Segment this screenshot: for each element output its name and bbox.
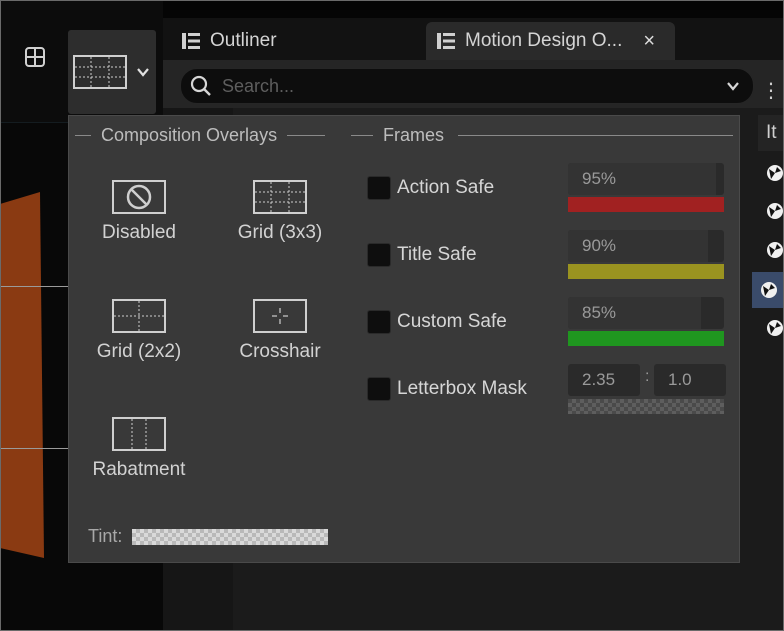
column-header-items[interactable]: It [758,115,784,151]
rabatment-icon [112,417,166,451]
divider [458,134,734,136]
overlay-option-crosshair[interactable]: Crosshair [210,299,350,363]
frame-label: Title Safe [397,244,477,265]
close-icon[interactable]: × [643,30,655,53]
outliner-icon [182,33,200,49]
title-safe-checkbox[interactable] [367,243,391,267]
composition-overlay-dropdown[interactable] [68,30,156,114]
actor-visibility-icon [761,282,777,298]
overlay-option-label: Rabatment [92,459,186,480]
no-overlay-icon [112,180,166,214]
search-input[interactable] [220,74,725,98]
actor-visibility-icon [767,165,783,181]
list-item[interactable] [758,313,784,343]
action-safe-percent-field[interactable]: 95% [568,163,724,195]
frame-label: Custom Safe [397,311,507,332]
chevron-down-icon[interactable] [725,78,741,94]
frame-label: Action Safe [397,177,495,198]
grid-3x3-icon [73,55,127,89]
ratio-separator: : [645,368,650,385]
custom-safe-checkbox[interactable] [367,310,391,334]
frame-letterbox-mask[interactable]: Letterbox Mask [367,376,527,402]
search-field[interactable] [180,68,754,104]
section-title: Composition Overlays [101,124,278,145]
viewport-plane-mesh [0,192,44,558]
viewport-guide-line [0,448,72,449]
grid-2x2-icon [112,299,166,333]
percent-value: 95% [582,169,617,188]
letterbox-color-swatch[interactable] [568,399,724,414]
divider [287,134,326,136]
composition-overlays-popup: Composition Overlays Frames Disabled Gri… [68,115,740,563]
crosshair-icon [253,299,307,333]
section-title: Frames [383,124,445,145]
overlay-option-grid-2x2[interactable]: Grid (2x2) [69,299,209,363]
title-safe-color-swatch[interactable] [568,264,724,279]
list-item[interactable] [758,235,784,265]
panel-title-strip [163,0,784,18]
viewport-layout-button[interactable] [20,42,50,72]
letterbox-ratio-width-field[interactable]: 2.35 [568,364,640,396]
letterbox-mask-checkbox[interactable] [367,377,391,401]
custom-safe-color-swatch[interactable] [568,331,724,346]
tab-motion-design-outliner[interactable]: Motion Design O... × [426,22,675,60]
frames-header: Frames [351,124,734,146]
overlay-option-label: Grid (3x3) [237,222,323,243]
tint-label: Tint: [88,526,123,546]
actor-visibility-icon [767,320,783,336]
viewport-guide-line [0,286,72,287]
actor-visibility-icon [767,242,783,258]
list-item-selected[interactable] [752,272,784,308]
tint-row: Tint: [88,526,329,547]
letterbox-ratio-height-field[interactable]: 1.0 [654,364,726,396]
search-icon [190,75,211,96]
divider [75,134,91,136]
action-safe-color-swatch[interactable] [568,197,724,212]
percent-value: 90% [582,236,617,255]
chevron-down-icon [137,68,149,77]
tint-color-swatch[interactable] [132,528,329,545]
tab-outliner[interactable]: Outliner [181,22,277,60]
grid-3x3-icon [253,180,307,214]
divider [351,134,373,136]
action-safe-checkbox[interactable] [367,176,391,200]
frame-title-safe[interactable]: Title Safe [367,242,477,268]
outliner-icon [437,33,455,49]
more-options-icon[interactable]: ⋮ [761,78,782,103]
overlay-option-label: Crosshair [239,341,321,362]
custom-safe-percent-field[interactable]: 85% [568,297,724,329]
overlay-option-rabatment[interactable]: Rabatment [69,417,209,481]
overlay-option-label: Grid (2x2) [96,341,182,362]
overlay-option-disabled[interactable]: Disabled [69,180,209,244]
grid-layout-icon [25,47,45,67]
frame-action-safe[interactable]: Action Safe [367,175,494,201]
overlay-option-grid-3x3[interactable]: Grid (3x3) [210,180,350,244]
composition-overlays-header: Composition Overlays [75,124,326,146]
actor-visibility-icon [767,203,783,219]
frame-label: Letterbox Mask [397,378,527,399]
title-safe-percent-field[interactable]: 90% [568,230,724,262]
tab-label: Motion Design O... [465,30,623,51]
overlay-option-label: Disabled [102,222,176,243]
percent-value: 85% [582,303,617,322]
list-item[interactable] [758,158,784,188]
list-item[interactable] [758,196,784,226]
search-bar: ⋮ [163,60,784,108]
tab-label: Outliner [210,30,277,51]
frame-custom-safe[interactable]: Custom Safe [367,309,507,335]
